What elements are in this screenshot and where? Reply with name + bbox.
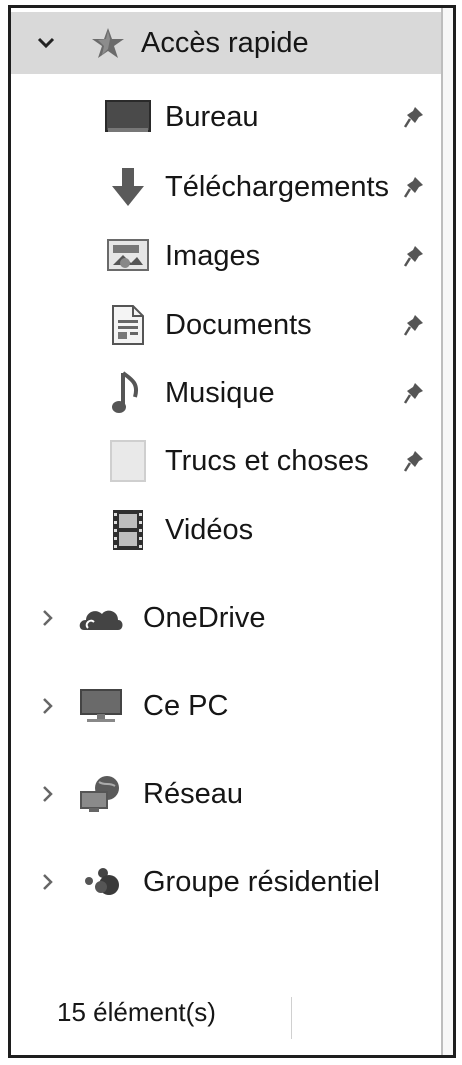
nav-item-reseau[interactable]: Réseau (11, 763, 441, 825)
nav-item-onedrive[interactable]: OneDrive (11, 587, 441, 649)
status-divider (291, 997, 292, 1039)
computer-icon (77, 682, 125, 730)
nav-item-musique[interactable]: Musique (11, 362, 441, 424)
nav-item-trucs-et-choses[interactable]: Trucs et choses (11, 430, 441, 492)
nav-item-telechargements[interactable]: Téléchargements (11, 156, 441, 218)
desktop-folder-icon (104, 93, 152, 141)
pin-icon (399, 241, 429, 271)
nav-item-label: Vidéos (165, 514, 254, 546)
nav-item-videos[interactable]: Vidéos (11, 499, 441, 561)
nav-item-images[interactable]: Images (11, 225, 441, 287)
chevron-right-icon[interactable] (37, 607, 59, 629)
nav-item-label: Téléchargements (165, 171, 390, 203)
pin-icon (399, 172, 429, 202)
nav-item-label: Images (165, 240, 261, 272)
network-icon (77, 770, 125, 818)
status-bar: 15 élément(s) (11, 985, 441, 1055)
homegroup-icon (77, 858, 125, 906)
nav-item-label: Musique (165, 377, 275, 409)
pin-icon (399, 446, 429, 476)
chevron-down-icon[interactable] (35, 32, 57, 54)
nav-item-label: OneDrive (143, 602, 266, 634)
navigation-pane: Accès rapide Bureau Téléchargements Imag… (8, 5, 456, 1058)
nav-item-label: Accès rapide (141, 27, 309, 59)
music-note-icon (104, 369, 152, 417)
nav-item-bureau[interactable]: Bureau (11, 86, 441, 148)
chevron-right-icon[interactable] (37, 871, 59, 893)
pictures-folder-icon (104, 232, 152, 280)
document-icon (104, 301, 152, 349)
film-strip-icon (104, 506, 152, 554)
nav-item-quick-access[interactable]: Accès rapide (11, 12, 441, 74)
nav-item-groupe-residentiel[interactable]: Groupe résidentiel (11, 851, 441, 913)
scrollbar-edge[interactable] (441, 8, 453, 1055)
chevron-right-icon[interactable] (37, 783, 59, 805)
nav-item-label: Ce PC (143, 690, 229, 722)
cloud-icon (77, 594, 125, 642)
pin-icon (399, 102, 429, 132)
item-count: 15 élément(s) (57, 997, 216, 1027)
download-arrow-icon (104, 163, 152, 211)
chevron-right-icon[interactable] (37, 695, 59, 717)
nav-item-label: Réseau (143, 778, 243, 810)
nav-item-label: Trucs et choses (165, 445, 369, 477)
nav-item-ce-pc[interactable]: Ce PC (11, 675, 441, 737)
folder-icon (104, 437, 152, 485)
nav-item-documents[interactable]: Documents (11, 294, 441, 356)
pin-icon (399, 310, 429, 340)
nav-item-label: Documents (165, 309, 312, 341)
star-icon (84, 19, 132, 67)
nav-item-label: Groupe résidentiel (143, 866, 380, 898)
nav-item-label: Bureau (165, 101, 259, 133)
pin-icon (399, 378, 429, 408)
